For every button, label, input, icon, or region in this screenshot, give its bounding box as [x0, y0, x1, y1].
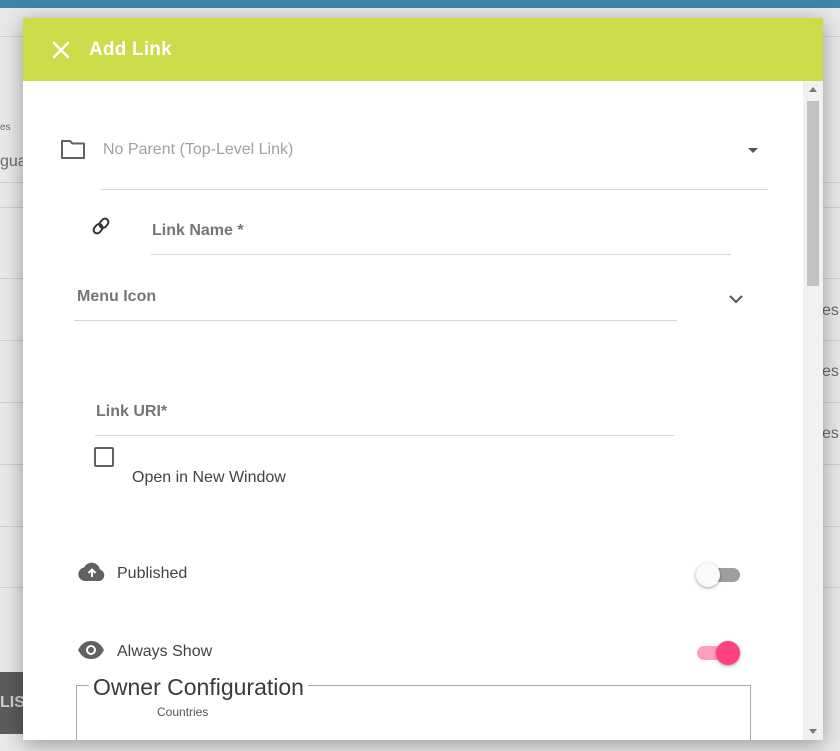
parent-select-placeholder: No Parent (Top-Level Link) — [103, 141, 294, 158]
eye-icon — [78, 641, 104, 659]
countries-label: Countries — [157, 705, 209, 719]
cloud-upload-icon — [78, 562, 105, 581]
scroll-up-arrow-icon[interactable] — [809, 87, 817, 92]
dialog-header: Add Link — [23, 18, 823, 81]
bg-text-bottom: LIS — [0, 694, 25, 711]
add-link-dialog: Add Link No Parent (Top-Level Link) Link… — [23, 18, 823, 740]
published-toggle-thumb — [696, 563, 720, 587]
link-name-label: Link Name * — [152, 222, 244, 239]
published-label: Published — [117, 565, 188, 582]
scrollbar-thumb[interactable] — [807, 101, 819, 286]
bg-text-right-3: es — [822, 425, 839, 442]
scrollbar[interactable] — [803, 81, 823, 740]
always-show-toggle[interactable] — [696, 640, 740, 666]
link-icon — [92, 217, 110, 235]
app-top-bar — [0, 0, 840, 8]
published-toggle[interactable] — [696, 562, 740, 588]
open-new-window-label[interactable]: Open in New Window — [132, 469, 286, 487]
dialog-title: Add Link — [89, 39, 172, 60]
bg-dark-block: LIS — [0, 672, 25, 734]
bg-text-right-1: es — [822, 302, 839, 319]
dialog-content: No Parent (Top-Level Link) Link Name * M… — [23, 81, 803, 740]
menu-icon-underline — [74, 320, 677, 321]
bg-text-right-2: es — [822, 363, 839, 380]
owner-configuration-legend: Owner Configuration — [89, 674, 308, 701]
always-show-toggle-thumb — [716, 641, 740, 665]
menu-icon-label: Menu Icon — [77, 288, 157, 305]
link-uri-underline — [95, 435, 674, 436]
dropdown-arrow-icon[interactable] — [747, 147, 759, 155]
scroll-down-arrow-icon[interactable] — [809, 729, 817, 734]
bg-text-1: es — [0, 122, 11, 133]
chevron-down-icon[interactable] — [728, 294, 744, 304]
always-show-label: Always Show — [117, 643, 213, 660]
link-uri-label: Link URI* — [96, 403, 168, 420]
close-icon[interactable] — [51, 40, 71, 60]
parent-select-underline — [101, 189, 768, 190]
folder-icon — [61, 140, 85, 159]
link-name-underline — [151, 254, 731, 255]
open-new-window-checkbox[interactable] — [94, 447, 114, 467]
